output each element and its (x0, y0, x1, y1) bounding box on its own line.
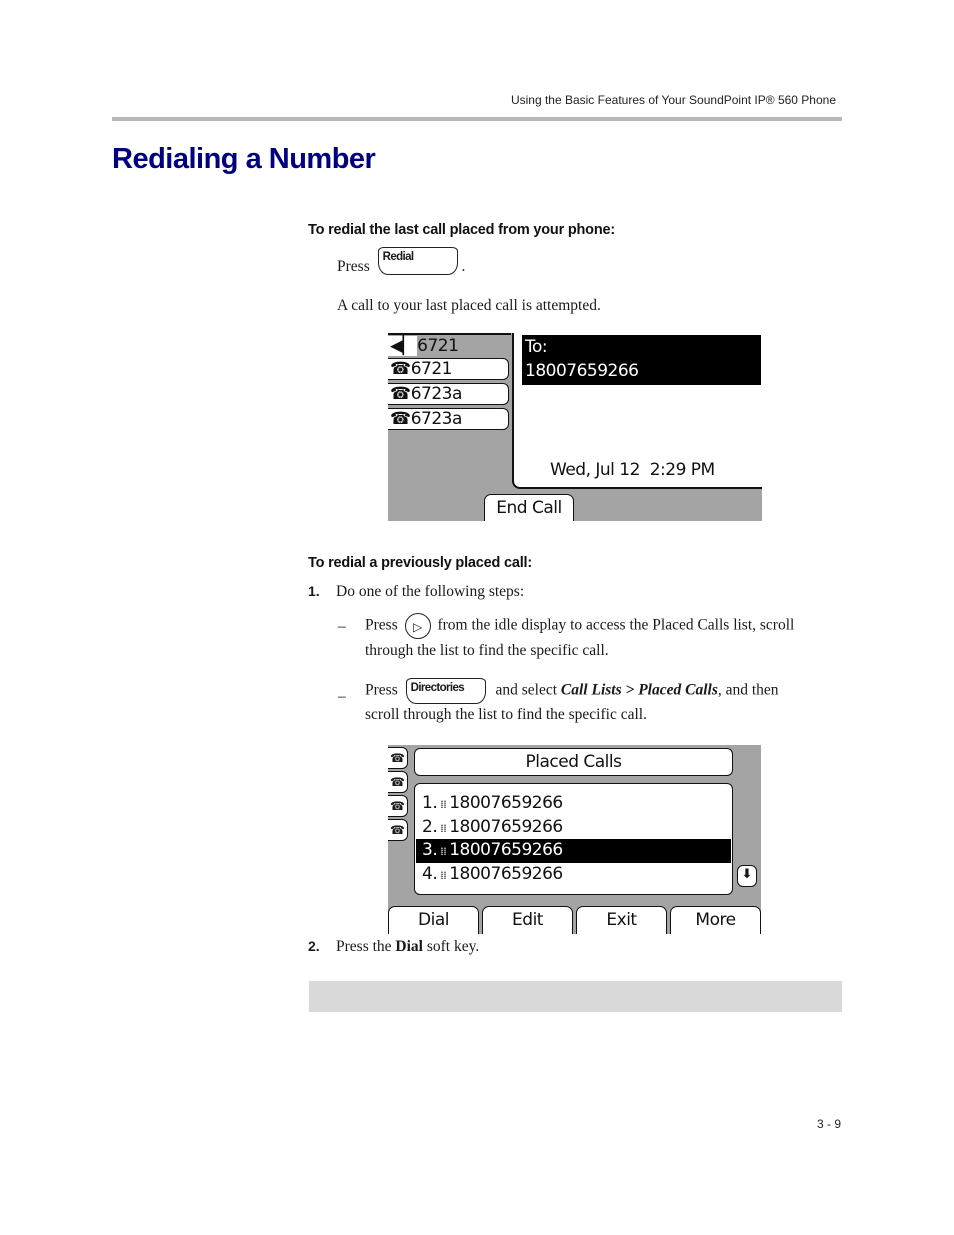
press-redial-line: Press Redial . (337, 247, 466, 276)
bullet-dash: – (338, 618, 346, 635)
right-arrow-key[interactable]: ▷ (404, 613, 431, 639)
redial-key-label: Redial (382, 251, 415, 264)
menu-path: Call Lists > Placed Calls (560, 681, 718, 699)
directories-key[interactable]: Directories (405, 678, 486, 704)
call-list-item[interactable]: 1. ⁞⁞ 18007659266 (416, 792, 731, 816)
item-number: 18007659266 (449, 863, 563, 884)
bullet-dash: – (338, 688, 346, 705)
period: . (461, 258, 466, 275)
line-key[interactable]: ☎6723a (388, 408, 509, 430)
line-key[interactable]: ☎6721 (388, 358, 509, 380)
placed-calls-list: 1. ⁞⁞ 18007659266 2. ⁞⁞ 18007659266 3. ⁞⁞ … (414, 783, 733, 895)
step-number: 2. (308, 938, 320, 954)
softkey-exit[interactable]: Exit (576, 906, 667, 934)
directories-key-label: Directories (410, 682, 465, 694)
handset-icon: ☎ (388, 771, 408, 793)
call-list-item[interactable]: 4. ⁞⁞ 18007659266 (416, 863, 731, 887)
softkey-more[interactable]: More (670, 906, 761, 934)
dial-softkey-ref: Dial (395, 938, 423, 955)
procedure-heading-2: To redial a previously placed call: (308, 555, 533, 571)
item-index: 2. (422, 816, 438, 837)
item-index: 3. (422, 840, 438, 860)
item-index: 1. (422, 793, 438, 813)
handset-icon: ☎ (388, 747, 408, 769)
keypad-icon: ⁞⁞ (437, 821, 450, 835)
softkey-end-call[interactable]: End Call (484, 494, 574, 521)
bullet-1: Press ▷ from the idle display to access … (365, 613, 845, 663)
speaker-icon: ◀▏ (388, 336, 418, 356)
item-index: 4. (422, 863, 438, 884)
item-number: 18007659266 (449, 816, 563, 837)
redial-key[interactable]: Redial (377, 247, 458, 276)
keypad-icon: ⁞⁞ (437, 868, 450, 882)
call-list-item[interactable]: 3. ⁞⁞ 18007659266 (416, 839, 731, 863)
procedure-heading-1: To redial the last call placed from your… (308, 222, 615, 238)
header-rule (112, 117, 842, 121)
press-text: Press (337, 258, 370, 275)
phone-screen-placed-calls: ☎ ☎ ☎ ☎ Placed Calls 1. ⁞⁞ 18007659266 2.… (388, 745, 761, 934)
keypad-icon: ⁞⁞ (437, 798, 450, 811)
call-list-item[interactable]: 2. ⁞⁞ 18007659266 (416, 816, 731, 840)
item-number: 18007659266 (449, 840, 563, 860)
scroll-down-icon[interactable]: ⬇ (737, 865, 757, 887)
softkey-edit[interactable]: Edit (482, 906, 573, 934)
result-text: A call to your last placed call is attem… (337, 297, 601, 314)
page-title: Redialing a Number (112, 143, 376, 175)
step-text: Do one of the following steps: (336, 583, 525, 600)
phone-screen-dialing: ◀▏ 6721 ☎6721 ☎6723a ☎6723a To: 180076592… (388, 333, 762, 521)
page-number: 3 - 9 (816, 1117, 841, 1131)
step-number: 1. (308, 583, 320, 599)
handset-icon: ☎ (390, 409, 411, 429)
call-panel: To: 18007659266 Wed, Jul 12 2:29 PM (512, 333, 762, 489)
step-2: 2. Press the Dial soft key. (308, 938, 480, 955)
softkey-dial[interactable]: Dial (388, 906, 479, 934)
handset-icon: ☎ (388, 795, 408, 817)
right-arrow-icon: ▷ (412, 620, 423, 634)
keypad-icon: ⁞⁞ (437, 845, 450, 858)
handset-icon: ☎ (388, 819, 408, 841)
list-title: Placed Calls (414, 748, 733, 776)
running-header: Using the Basic Features of Your SoundPo… (510, 93, 836, 107)
item-number: 18007659266 (449, 793, 563, 813)
handset-icon: ☎ (390, 359, 411, 379)
date-time: Wed, Jul 12 2:29 PM (550, 460, 715, 480)
handset-icon: ☎ (390, 384, 411, 404)
dial-header: To: 18007659266 (522, 335, 761, 385)
to-label: To: (525, 337, 548, 357)
dialed-number: 18007659266 (525, 361, 639, 381)
line-key[interactable]: ☎6723a (388, 383, 509, 405)
step-1: 1. Do one of the following steps: (308, 583, 524, 601)
line-key-active: ◀▏ 6721 (388, 336, 459, 356)
bullet-2: Press Directories and select Call Lists … (365, 678, 845, 726)
note-box (309, 981, 842, 1012)
